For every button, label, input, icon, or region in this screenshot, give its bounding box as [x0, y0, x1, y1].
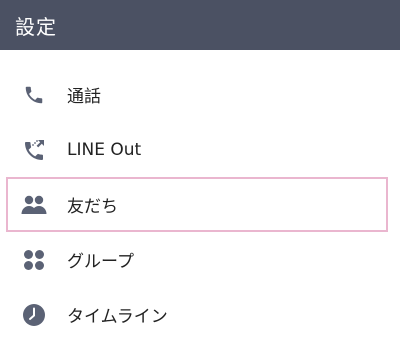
menu-item-label: グループ	[67, 252, 134, 272]
menu-item-line-out[interactable]: LINE Out	[0, 122, 400, 177]
menu-item-call[interactable]: 通話	[0, 67, 400, 122]
phone-out-icon	[21, 137, 47, 163]
menu-item-timeline[interactable]: タイムライン	[0, 287, 400, 342]
menu-item-group[interactable]: グループ	[0, 232, 400, 287]
menu-item-label: タイムライン	[67, 307, 168, 327]
friends-icon	[21, 192, 47, 218]
group-icon	[21, 247, 47, 273]
menu-item-friends[interactable]: 友だち	[0, 177, 400, 232]
menu-item-label: 友だち	[67, 197, 118, 217]
menu-item-label: 通話	[67, 87, 101, 107]
settings-menu: 通話 LINE Out 友だち グループ タイムライン	[0, 67, 400, 342]
app-header: 設定	[0, 0, 400, 50]
phone-icon	[21, 82, 47, 108]
menu-item-label: LINE Out	[67, 139, 142, 160]
page-title: 設定	[15, 14, 57, 39]
clock-icon	[21, 302, 47, 328]
